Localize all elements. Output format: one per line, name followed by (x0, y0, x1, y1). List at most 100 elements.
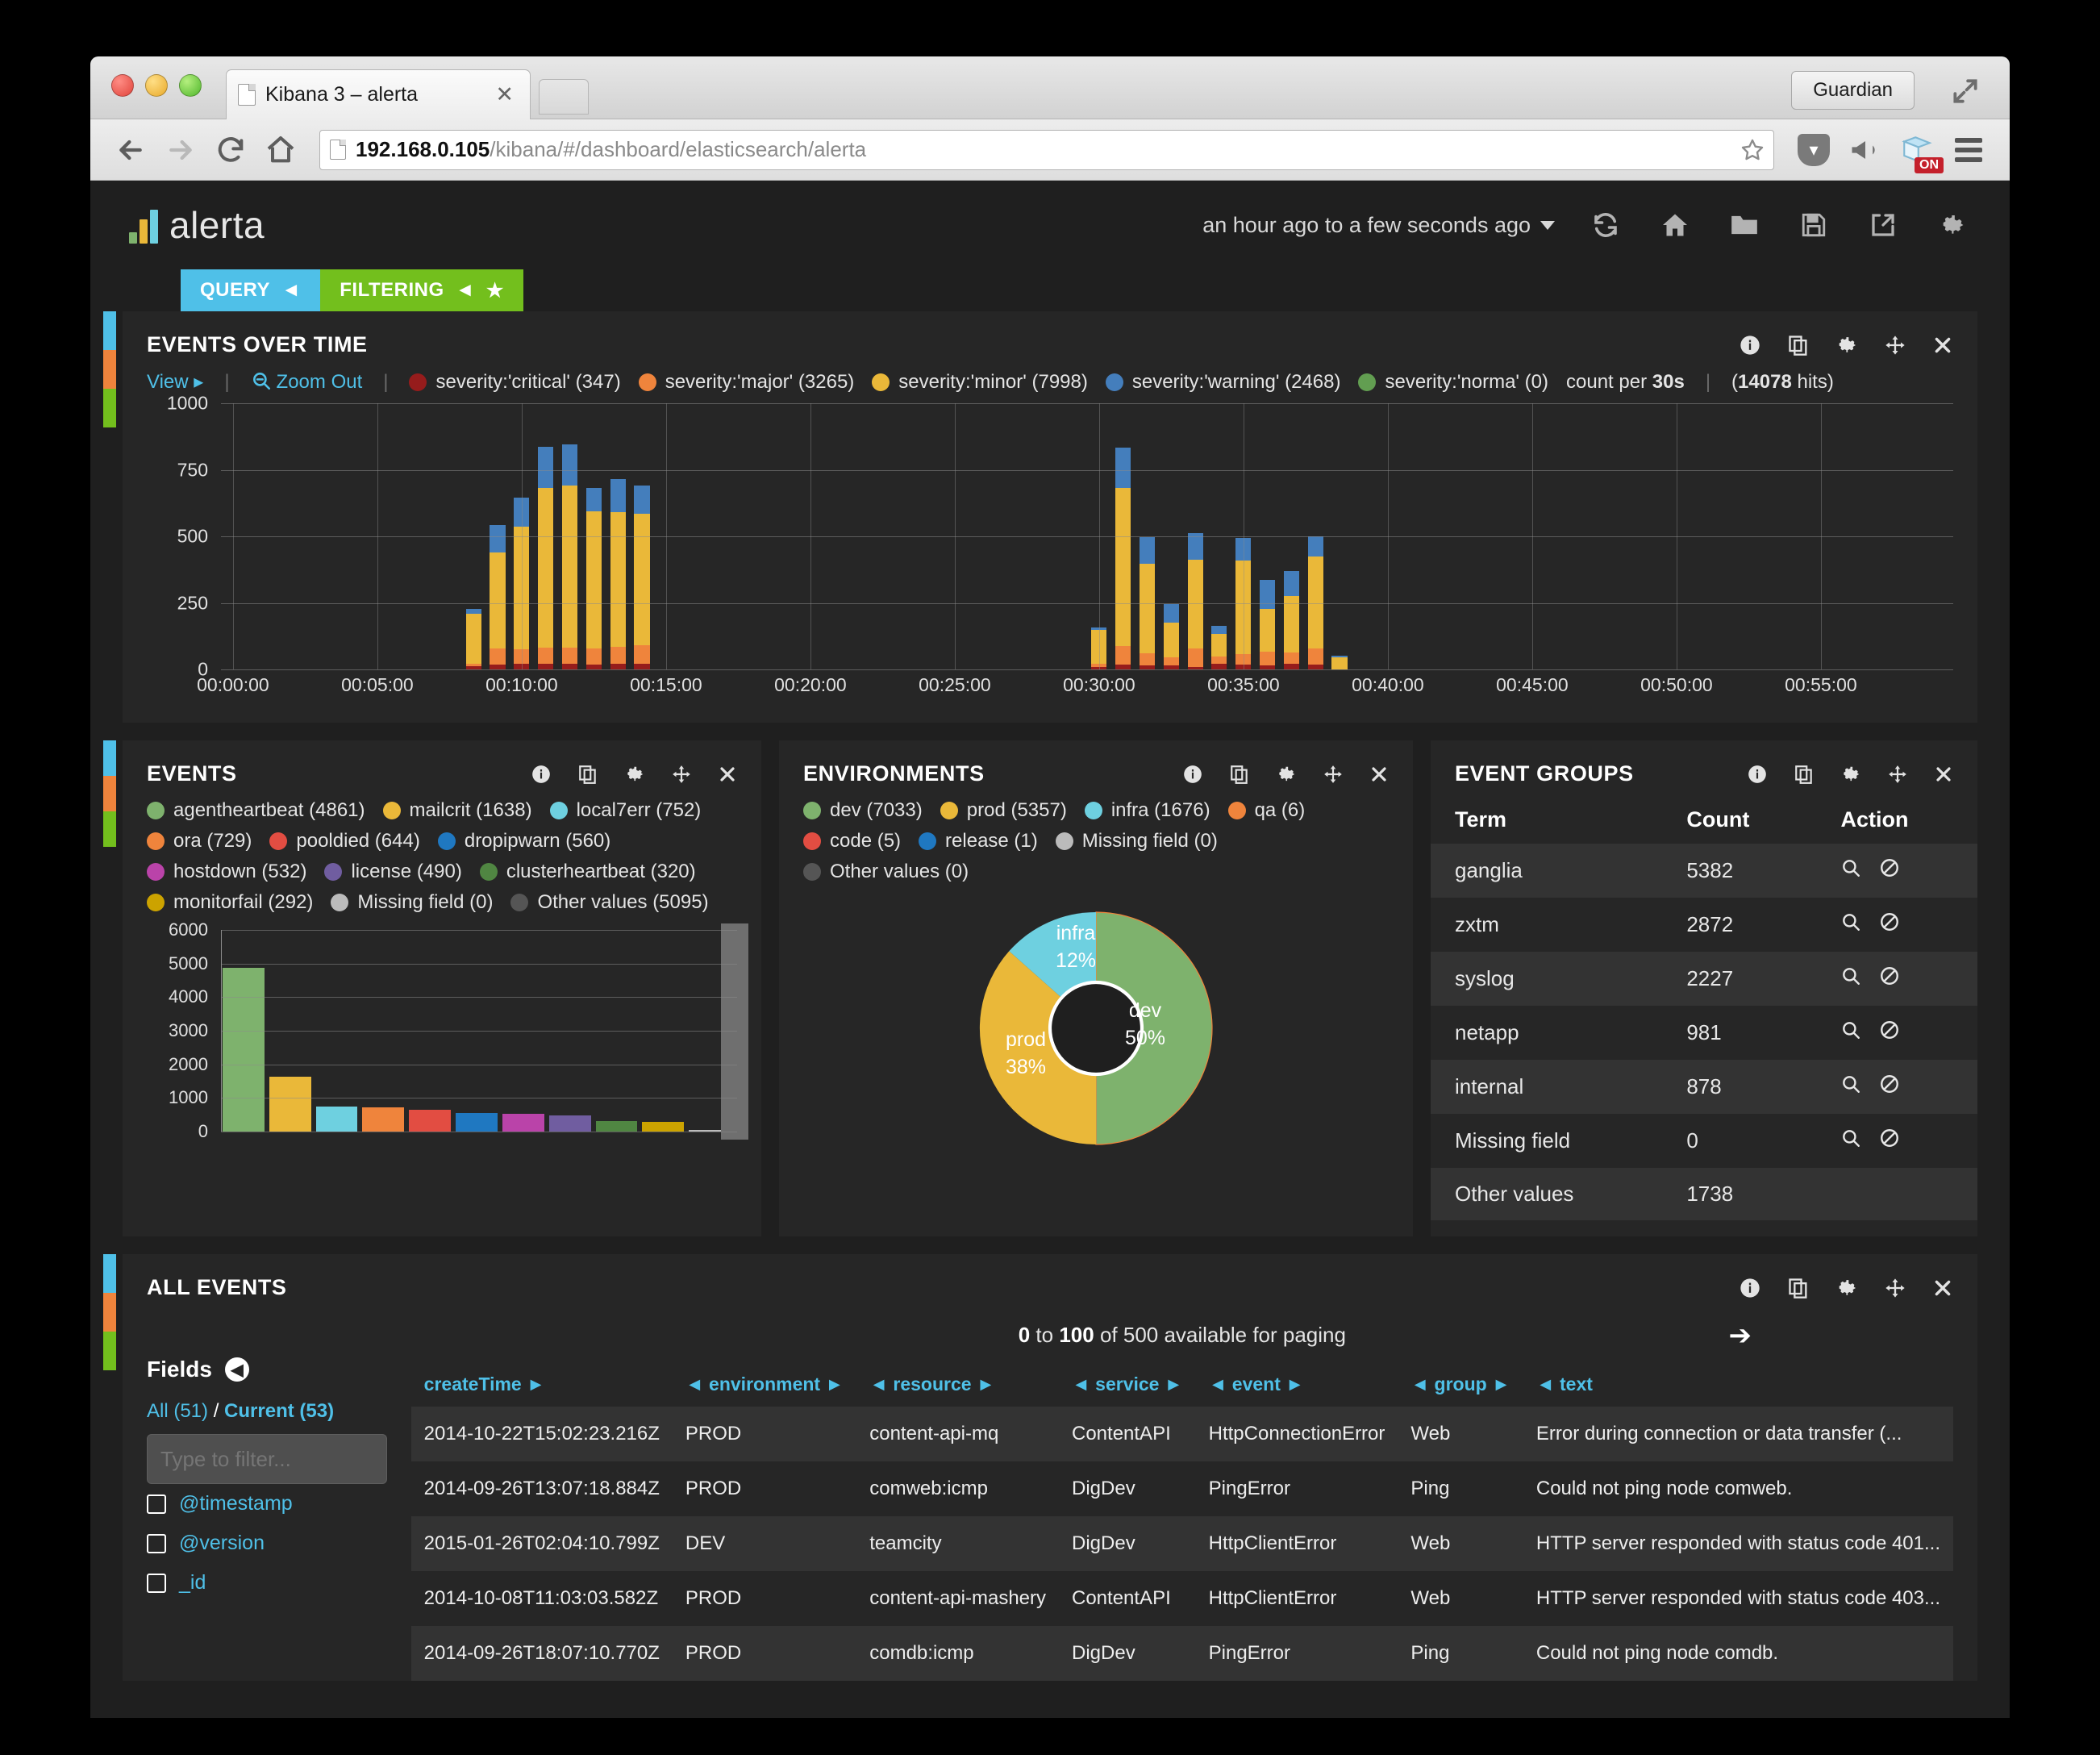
table-row[interactable]: 2014-10-22T15:02:23.216Z PROD content-api-… (410, 1407, 1953, 1461)
tab-filtering[interactable]: FILTERING ◄ ★ (320, 269, 523, 311)
legend-item[interactable]: qa (6) (1227, 799, 1305, 822)
field-list-item[interactable]: @timestamp (147, 1484, 387, 1524)
legend-item[interactable]: severity:'critical' (347) (409, 371, 621, 394)
gear-icon[interactable] (1840, 764, 1861, 785)
view-toggle[interactable]: View ▸ (147, 370, 203, 394)
legend-item[interactable]: monitorfail (292) (147, 891, 313, 914)
sort-right-icon[interactable]: ► (825, 1374, 844, 1394)
all-fields-link[interactable]: All (51) (147, 1400, 208, 1422)
bar[interactable] (642, 1121, 685, 1132)
bar[interactable] (409, 1110, 452, 1132)
duplicate-icon[interactable] (1787, 334, 1810, 356)
move-icon[interactable] (1323, 764, 1344, 785)
close-icon[interactable] (718, 765, 737, 784)
dashboard-home-icon[interactable] (1656, 206, 1694, 244)
extension-on-icon[interactable]: ON (1895, 128, 1944, 173)
column-header-resource[interactable]: ◄ resource ► (856, 1362, 1059, 1407)
table-row[interactable]: 2014-10-08T11:03:03.582Z PROD content-api-… (411, 1571, 1953, 1626)
forward-icon[interactable] (160, 129, 202, 171)
exclude-icon[interactable] (1879, 965, 1900, 986)
bookmark-star-icon[interactable] (1740, 137, 1765, 163)
refresh-icon[interactable] (1587, 206, 1624, 244)
legend-item[interactable]: severity:'warning' (2468) (1105, 371, 1340, 394)
info-icon[interactable] (1747, 764, 1768, 785)
legend-item[interactable]: local7err (752) (549, 799, 701, 822)
duplicate-icon[interactable] (1794, 764, 1815, 785)
bar[interactable] (548, 1115, 591, 1132)
close-icon[interactable] (1934, 765, 1953, 784)
legend-item[interactable]: Missing field (0) (331, 891, 493, 914)
field-checkbox[interactable] (147, 1573, 166, 1593)
table-row[interactable]: zxtm 2872 (1431, 898, 1977, 952)
gear-icon[interactable] (1276, 764, 1297, 785)
pocket-icon[interactable]: ▾ (1792, 128, 1835, 172)
legend-item[interactable]: release (1) (919, 830, 1038, 852)
table-row[interactable]: 2015-01-26T02:04:10.799Z DEV teamcity DigDe… (410, 1516, 1953, 1571)
legend-item[interactable]: severity:'major' (3265) (638, 371, 854, 394)
column-header-term[interactable]: Term (1431, 796, 1662, 844)
fields-filter-input[interactable] (147, 1434, 387, 1484)
field-list-item[interactable]: _id (147, 1563, 387, 1603)
bar[interactable] (362, 1107, 405, 1132)
exclude-icon[interactable] (1879, 857, 1900, 878)
sort-left-icon[interactable]: ◄ (685, 1374, 704, 1394)
guardian-button[interactable]: Guardian (1791, 71, 1915, 110)
sort-left-icon[interactable]: ◄ (1536, 1374, 1555, 1394)
legend-item[interactable]: dev (7033) (803, 799, 923, 822)
legend-item[interactable]: infra (1676) (1084, 799, 1210, 822)
back-icon[interactable] (110, 129, 152, 171)
info-icon[interactable] (531, 764, 552, 785)
close-window-button[interactable] (111, 74, 134, 97)
menu-icon[interactable] (1947, 128, 1990, 172)
table-row[interactable]: netapp 981 (1431, 1006, 1977, 1060)
share-dashboard-icon[interactable] (1865, 206, 1902, 244)
search-icon[interactable] (1840, 1019, 1861, 1040)
sort-left-icon[interactable]: ◄ (1410, 1374, 1429, 1394)
time-range-picker[interactable]: an hour ago to a few seconds ago (1202, 213, 1555, 238)
close-icon[interactable] (1932, 1278, 1953, 1299)
legend-item[interactable]: pooldied (644) (269, 830, 420, 852)
legend-item[interactable]: prod (5357) (940, 799, 1067, 822)
search-icon[interactable] (1840, 1128, 1861, 1148)
browser-tab[interactable]: Kibana 3 – alerta ✕ (226, 69, 531, 119)
settings-gear-icon[interactable] (1934, 206, 1971, 244)
new-tab-button[interactable] (539, 79, 589, 115)
legend-item[interactable]: hostdown (532) (147, 861, 306, 883)
load-dashboard-icon[interactable] (1726, 206, 1763, 244)
home-icon[interactable] (260, 129, 302, 171)
field-list-item[interactable]: @version (147, 1524, 387, 1563)
table-row[interactable]: ganglia 5382 (1431, 844, 1977, 898)
table-row[interactable]: syslog 2227 (1431, 952, 1977, 1006)
column-header-createtime[interactable]: createTime ► (411, 1362, 673, 1407)
close-tab-button[interactable]: ✕ (490, 82, 519, 107)
sort-left-icon[interactable]: ◄ (1072, 1374, 1090, 1394)
column-header-event[interactable]: ◄ event ► (1196, 1362, 1398, 1407)
close-icon[interactable] (1369, 765, 1389, 784)
megaphone-icon[interactable] (1844, 128, 1887, 172)
column-header-environment[interactable]: ◄ environment ► (673, 1362, 856, 1407)
legend-item[interactable]: code (5) (803, 830, 901, 852)
bar[interactable] (315, 1106, 358, 1132)
gear-icon[interactable] (624, 764, 645, 785)
info-icon[interactable] (1739, 334, 1761, 356)
duplicate-icon[interactable] (1229, 764, 1250, 785)
address-bar[interactable]: 192.168.0.105/kibana/#/dashboard/elastic… (319, 129, 1774, 170)
events-bar-chart[interactable]: 6000 5000 4000 3000 2000 1000 0 (147, 919, 748, 1164)
legend-item[interactable]: ora (729) (147, 830, 252, 852)
current-fields-link[interactable]: Current (53) (224, 1400, 334, 1422)
star-icon[interactable]: ★ (486, 279, 504, 302)
maximize-window-button[interactable] (179, 74, 202, 97)
search-icon[interactable] (1840, 965, 1861, 986)
table-row[interactable]: 2014-09-26T13:07:18.884Z PROD comweb:icmp D… (411, 1461, 1953, 1516)
sort-right-icon[interactable]: ► (977, 1374, 995, 1394)
table-row[interactable]: 2014-09-26T18:07:10.770Z PROD comdb:icmp Di… (410, 1626, 1953, 1681)
search-icon[interactable] (1840, 911, 1861, 932)
bar[interactable] (595, 1120, 638, 1132)
bar[interactable] (456, 1112, 498, 1132)
move-icon[interactable] (1884, 1277, 1906, 1299)
table-row[interactable]: Other values 1738 (1431, 1168, 1977, 1220)
fullscreen-icon[interactable] (1950, 76, 1981, 106)
column-header-group[interactable]: ◄ group ► (1398, 1362, 1523, 1407)
exclude-icon[interactable] (1879, 1128, 1900, 1148)
legend-item[interactable]: Missing field (0) (1055, 830, 1218, 852)
